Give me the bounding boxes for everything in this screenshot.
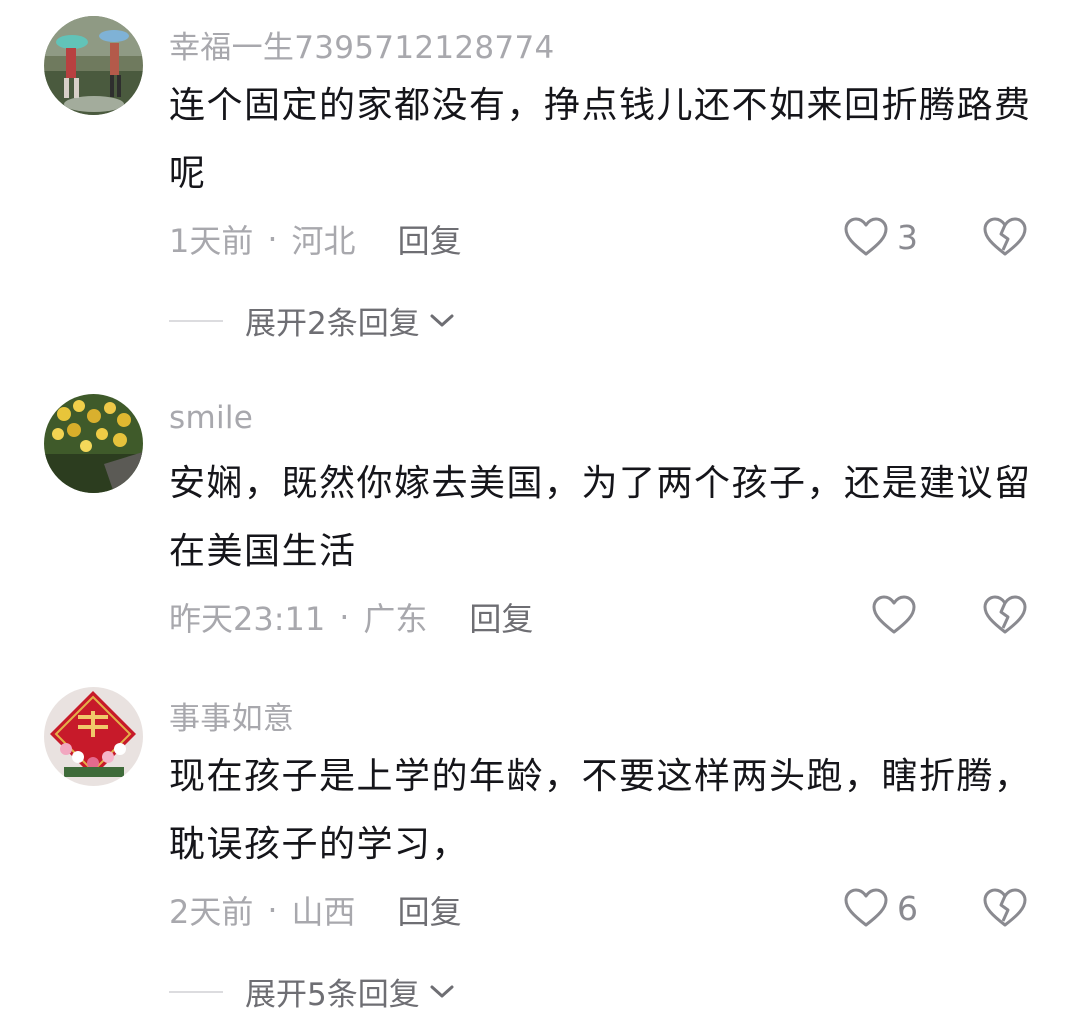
expand-replies-label: 展开5条回复 — [245, 977, 420, 1013]
location: 河北 — [291, 222, 356, 260]
like-button[interactable]: 3 — [843, 216, 918, 258]
timestamp: 昨天23:11 — [169, 600, 326, 638]
chevron-down-icon — [430, 314, 454, 326]
username[interactable]: 事事如意 — [169, 693, 294, 738]
location: 山西 — [291, 893, 356, 931]
expand-replies[interactable]: 展开5条回复 — [169, 969, 456, 1014]
broken-heart-icon[interactable] — [982, 887, 1028, 929]
chevron-down-icon — [430, 985, 454, 997]
separator: · — [267, 891, 278, 929]
heart-icon — [844, 217, 888, 256]
comment-text: 连个固定的家都没有，挣点钱儿还不如来回折腾路费呢 — [169, 85, 1032, 194]
reply-button[interactable]: 回复 — [398, 216, 462, 262]
avatar[interactable] — [44, 394, 143, 493]
location: 广东 — [363, 600, 428, 638]
comment-meta: 1天前 · 河北 回复 — [169, 216, 462, 262]
comment-meta: 昨天23:11 · 广东 回复 — [169, 594, 533, 640]
divider — [169, 990, 223, 993]
umbrella-photo-icon — [44, 16, 143, 115]
broken-heart-icon[interactable] — [982, 216, 1028, 258]
separator: · — [339, 598, 350, 636]
separator: · — [267, 220, 278, 258]
reply-button[interactable]: 回复 — [398, 887, 462, 933]
like-count: 6 — [897, 888, 918, 928]
comment-meta: 2天前 · 山西 回复 — [169, 887, 462, 933]
timestamp: 1天前 — [169, 222, 254, 260]
like-button[interactable]: 6 — [843, 887, 918, 929]
broken-heart-icon[interactable] — [982, 594, 1028, 636]
username[interactable]: smile — [169, 400, 253, 436]
reply-button[interactable]: 回复 — [469, 594, 533, 640]
heart-icon — [844, 888, 888, 927]
username[interactable]: 幸福一生7395712128774 — [169, 22, 555, 67]
double-happiness-photo-icon — [44, 687, 143, 786]
divider — [169, 319, 223, 322]
expand-replies-label: 展开2条回复 — [245, 306, 420, 342]
avatar[interactable] — [44, 687, 143, 786]
comment-text: 现在孩子是上学的年龄，不要这样两头跑，瞎折腾，耽误孩子的学习， — [169, 756, 1032, 865]
heart-icon — [872, 595, 916, 634]
avatar[interactable] — [44, 16, 143, 115]
comment-text: 安娴，既然你嫁去美国，为了两个孩子，还是建议留在美国生活 — [169, 463, 1032, 572]
like-count: 3 — [897, 217, 918, 257]
orchid-photo-icon — [44, 394, 143, 493]
like-button[interactable] — [871, 594, 917, 636]
expand-replies[interactable]: 展开2条回复 — [169, 298, 456, 343]
timestamp: 2天前 — [169, 893, 254, 931]
